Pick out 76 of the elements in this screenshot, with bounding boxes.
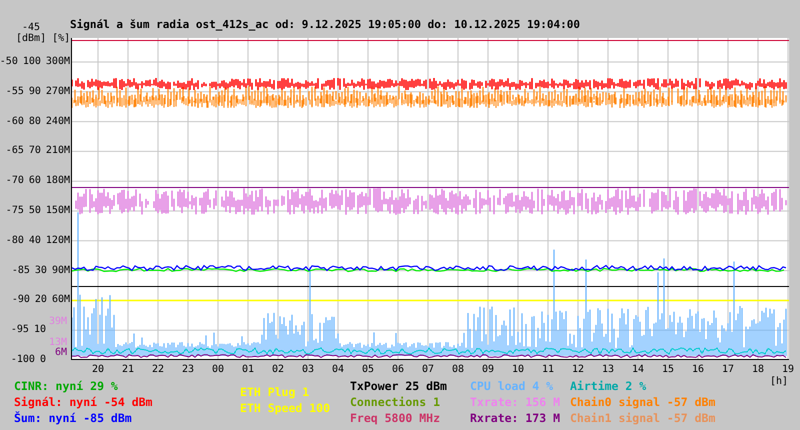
chart-title: Signál a šum radia ost_412s_ac od: 9.12.2025 19:05:00 do: 10.12.2025 19:04:00: [70, 18, 580, 31]
axis-unit: [h]: [770, 376, 788, 388]
axis-label: 23: [180, 364, 196, 376]
axis-label: -75: [6, 205, 24, 217]
axis-label: -45: [22, 22, 40, 33]
legend-entry: CPU load 4 %: [470, 378, 554, 394]
axis-label: 20: [34, 294, 47, 306]
axis-label: 180M: [46, 175, 70, 188]
axis-label: 03: [300, 364, 316, 376]
axis-label: 04: [330, 364, 346, 376]
axis-label: 05: [360, 364, 376, 376]
axis-label: -85: [12, 264, 30, 277]
legend-entry: Chain1 signal -57 dBm: [570, 410, 716, 426]
axis-label: 300M: [46, 56, 70, 68]
axis-label: 120M: [46, 234, 70, 247]
legend-entry: CINR: nyní 29 %: [14, 378, 118, 394]
axis-label: 70: [28, 145, 41, 158]
axis-label: 39M: [48, 316, 67, 328]
axis-units: [dBm] [%]: [16, 33, 70, 45]
axis-label: 15: [660, 364, 676, 376]
axis-label: 6M: [54, 347, 67, 359]
axis-label: 100: [22, 56, 41, 68]
axis-label: 150M: [46, 205, 70, 217]
legend-entry: Šum: nyní -85 dBm: [14, 410, 132, 426]
axis-label: 80: [28, 116, 41, 128]
axis-label: 09: [480, 364, 496, 376]
legend-entry: Rxrate: 173 M: [470, 410, 560, 426]
axis-label: 06: [390, 364, 406, 376]
axis-label: 10: [510, 364, 526, 376]
axis-label: 30: [34, 264, 47, 277]
axis-label: 12: [570, 364, 586, 376]
axis-label: 07: [420, 364, 436, 376]
axis-label: 0: [40, 354, 46, 366]
axis-label: -50: [0, 56, 18, 68]
axis-label: 01: [240, 364, 256, 376]
axis-label: 00: [210, 364, 226, 376]
legend-entry: ETH Speed 100: [240, 400, 330, 416]
axis-label: 50: [28, 205, 41, 217]
axis-label: 60M: [52, 294, 70, 306]
axis-label: 08: [450, 364, 466, 376]
axis-label: 20: [90, 364, 106, 376]
axis-label: 90M: [52, 264, 70, 277]
axis-label: 16: [690, 364, 706, 376]
legend-entry: Txrate: 156 M: [470, 394, 560, 410]
axis-label: 18: [750, 364, 766, 376]
legend-entry: Connections 1: [350, 394, 440, 410]
axis-label: -70: [6, 175, 24, 188]
axis-label: 11: [540, 364, 556, 376]
axis-label: 240M: [46, 116, 70, 128]
axis-label: -95: [10, 324, 29, 336]
axis-label: 17: [720, 364, 736, 376]
legend-entry: Airtime 2 %: [570, 378, 646, 394]
axis-label: 13: [600, 364, 616, 376]
legend-entry: Freq 5800 MHz: [350, 410, 440, 426]
axis-label: 02: [270, 364, 286, 376]
axis-label: 13M: [48, 337, 67, 348]
axis-label: 270M: [46, 86, 70, 98]
legend-entry: ETH Plug 1: [240, 384, 310, 400]
axis-label: 90: [28, 86, 41, 98]
legend-entry: Chain0 signal -57 dBm: [570, 394, 716, 410]
legend-entry: Signál: nyní -54 dBm: [14, 394, 152, 410]
axis-label: -65: [6, 145, 24, 158]
axis-label: 19: [780, 364, 796, 376]
axis-label: 210M: [46, 145, 70, 158]
axis-label: -100: [10, 354, 35, 366]
legend-entry: TxPower 25 dBm: [350, 378, 447, 394]
axis-label: -55: [6, 86, 24, 98]
axis-label: 60: [28, 175, 41, 188]
axis-label: 40: [28, 234, 41, 247]
axis-label: 22: [150, 364, 166, 376]
axis-label: 14: [630, 364, 646, 376]
axis-label: 21: [120, 364, 136, 376]
axis-label: -80: [6, 234, 24, 247]
axis-label: 10: [34, 324, 46, 336]
axis-label: -90: [12, 294, 30, 306]
axis-label: -60: [6, 116, 24, 128]
